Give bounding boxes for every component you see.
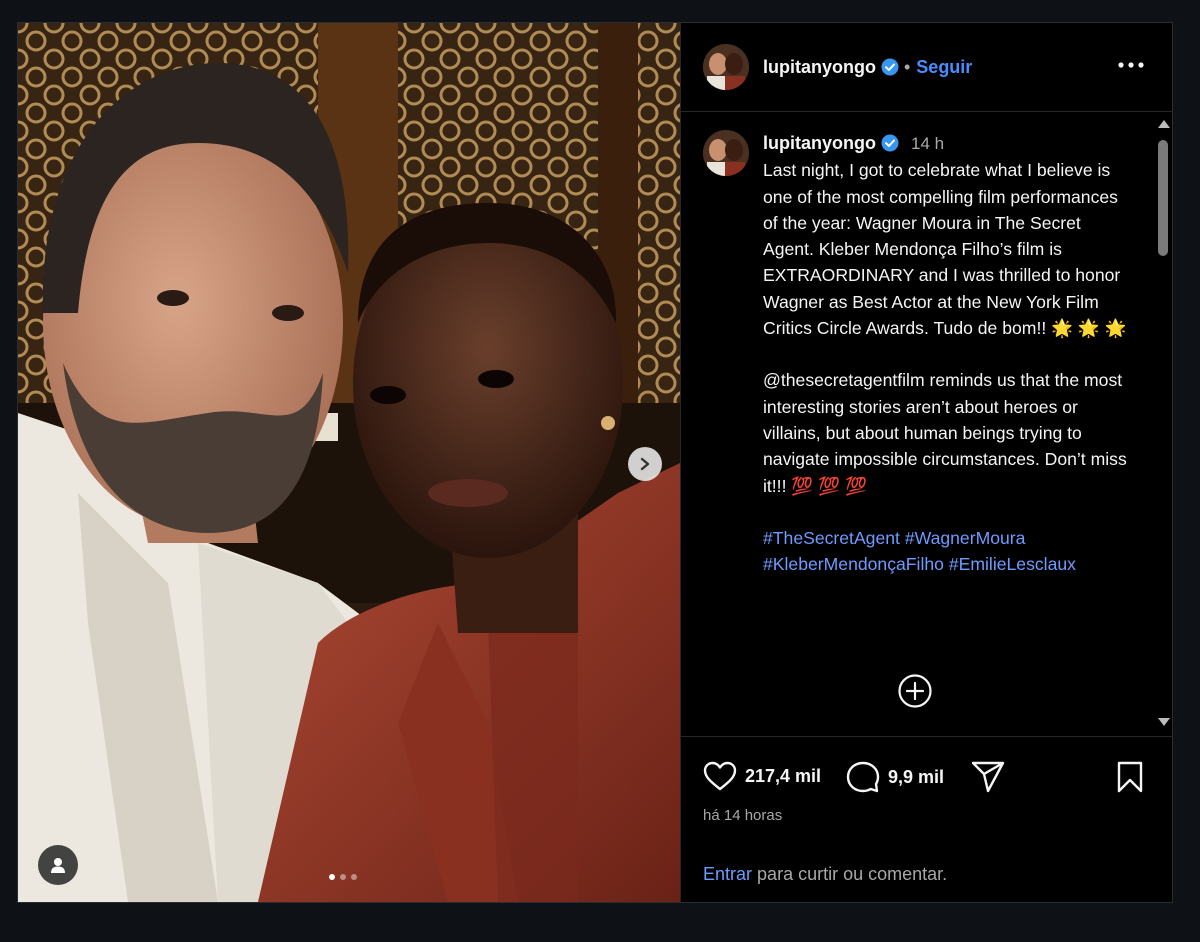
post-media[interactable] xyxy=(18,23,680,902)
carousel-next-button[interactable] xyxy=(628,447,662,481)
caption-timestamp[interactable]: 14 h xyxy=(911,134,944,153)
share-icon xyxy=(971,761,1005,793)
post-actions-bar: 217,4 mil 9,9 mil há 14 horas Entrar par… xyxy=(681,736,1172,902)
caption-scrollbar[interactable] xyxy=(1154,112,1172,736)
load-more-comments-button[interactable] xyxy=(897,673,933,709)
caption-avatar[interactable] xyxy=(703,130,749,176)
caption-hashtags: #TheSecretAgent #WagnerMoura #KleberMend… xyxy=(763,525,1135,578)
comments-count[interactable]: 9,9 mil xyxy=(888,767,944,788)
caption-paragraph-2: @thesecretagentfilm reminds us that the … xyxy=(763,370,1127,496)
post-header: lupitanyongo • Seguir xyxy=(681,23,1172,112)
caption-text: lupitanyongo 14 h Last night, I got to ce… xyxy=(763,130,1135,577)
heart-icon xyxy=(703,761,737,791)
header-separator: • xyxy=(903,56,911,77)
share-button[interactable] xyxy=(971,761,1005,793)
hashtag-link[interactable]: #TheSecretAgent xyxy=(763,528,900,548)
follow-button[interactable]: Seguir xyxy=(916,57,972,78)
scroll-up-arrow[interactable] xyxy=(1158,120,1170,128)
likes-count[interactable]: 217,4 mil xyxy=(745,766,821,787)
like-button[interactable]: 217,4 mil xyxy=(703,761,821,791)
post-time-ago[interactable]: há 14 horas xyxy=(703,807,782,824)
post-photo xyxy=(18,23,680,902)
verified-badge-icon xyxy=(881,58,899,76)
caption-scroll-area[interactable]: lupitanyongo 14 h Last night, I got to ce… xyxy=(681,112,1155,736)
save-button[interactable] xyxy=(1116,761,1144,793)
post-author-username[interactable]: lupitanyongo xyxy=(763,57,876,78)
comment-button[interactable]: 9,9 mil xyxy=(846,761,944,793)
scroll-thumb[interactable] xyxy=(1158,140,1168,256)
post-container: lupitanyongo • Seguir lupitanyongo 14 h … xyxy=(17,22,1173,903)
login-prompt: Entrar para curtir ou comentar. xyxy=(703,864,947,885)
avatar-image xyxy=(703,44,749,90)
carousel-dot xyxy=(351,874,357,880)
plus-circle-icon xyxy=(898,674,932,708)
carousel-dot xyxy=(340,874,346,880)
more-options-button[interactable] xyxy=(1118,55,1144,73)
tagged-users-button[interactable] xyxy=(38,845,78,885)
bookmark-icon xyxy=(1117,761,1143,793)
post-side-panel: lupitanyongo • Seguir lupitanyongo 14 h … xyxy=(680,23,1172,902)
verified-badge-icon xyxy=(881,134,899,152)
carousel-dot-active xyxy=(329,874,335,880)
caption-username[interactable]: lupitanyongo xyxy=(763,133,876,153)
login-link[interactable]: Entrar xyxy=(703,864,752,884)
user-tag-icon xyxy=(51,858,65,873)
avatar[interactable] xyxy=(703,44,749,90)
hashtag-link[interactable]: #WagnerMoura xyxy=(905,528,1026,548)
caption-paragraph-1: Last night, I got to celebrate what I be… xyxy=(763,160,1127,339)
scroll-down-arrow[interactable] xyxy=(1158,718,1170,726)
avatar-image xyxy=(703,130,749,176)
caption-row: lupitanyongo 14 h Last night, I got to ce… xyxy=(703,130,1135,577)
more-options-icon xyxy=(1118,62,1144,68)
hashtag-link[interactable]: #KleberMendonçaFilho xyxy=(763,554,944,574)
hashtag-link[interactable]: #EmilieLesclaux xyxy=(949,554,1076,574)
carousel-indicator xyxy=(329,874,357,880)
login-prompt-text: para curtir ou comentar. xyxy=(757,864,948,884)
comment-icon xyxy=(846,761,880,793)
next-chevron-icon xyxy=(640,457,650,471)
